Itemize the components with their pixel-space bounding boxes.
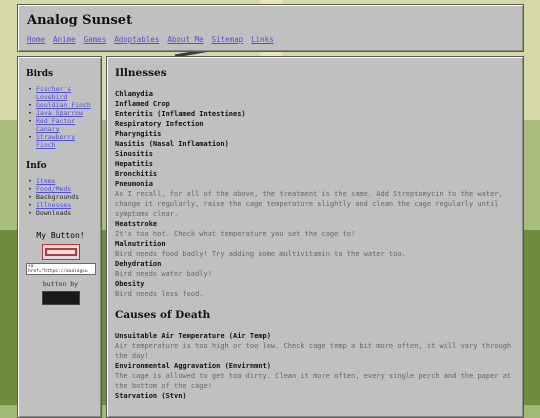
info-heading: Info [26,161,47,171]
death-air-temp-desc: Air temperature is too high or too low. … [115,342,512,360]
bird-link-gouldian-finch[interactable]: Gouldian Finch [36,101,91,109]
my-button-heading: My Button! [36,231,85,240]
list-item: Downloads [26,209,95,217]
info-link-illnesses[interactable]: Illnesses [36,201,71,209]
site-button-banner[interactable] [41,244,80,260]
illness-obesity-desc: Bird needs less food. [115,290,204,298]
death-air-temp-title: Unsuitable Air Temperature (Air Temp) [115,332,271,340]
list-item: Fischer's Lovebird [26,85,95,101]
causes-of-death-heading: Causes of Death [115,309,211,321]
list-item: Java Sparrow [26,109,95,117]
illness-inflamed-crop: Inflamed Crop [115,100,170,108]
illnesses-heading: Illnesses [115,67,167,79]
bird-link-fischers-lovebird[interactable]: Fischer's Lovebird [36,85,71,101]
illness-heatstroke-title: Heatstroke [115,220,158,228]
info-item-backgrounds: Backgrounds [36,193,80,201]
illness-malnutrition-title: Malnutrition [115,240,166,248]
illness-enteritis: Enteritis (Inflamed Intestines) [115,110,246,118]
illness-respiratory-infection: Respiratory Infection [115,120,204,128]
bird-link-java-sparrow[interactable]: Java Sparrow [36,109,83,117]
info-link-food-meds[interactable]: Food/Meds [36,185,71,193]
button-by-label: button by [42,280,79,288]
button-by-image[interactable] [41,291,80,305]
main-content-panel: Illnesses Chlamydia Inflamed Crop Enteri… [106,56,524,418]
list-item: Red Factor Canary [26,117,95,133]
illness-treatment-note: As I recall, for all of the above, the t… [115,190,503,218]
top-nav: Home Anime Games Adoptables About Me Sitemap L… [27,35,282,44]
button-code-textbox[interactable]: <a href="https://analogsu [26,263,96,275]
bird-link-strawberry-finch[interactable]: Strawberry Finch [36,133,75,149]
nav-sitemap-link[interactable]: Sitemap [212,35,244,44]
illness-dehydration-desc: Bird needs water badly! [115,270,212,278]
illness-dehydration-title: Dehydration [115,260,162,268]
illness-pneumonia: Pneumonia [115,180,153,188]
illness-pharyngitis: Pharyngitis [115,130,162,138]
death-environment-title: Environmental Aggravation (Envirnmnt) [115,362,271,370]
illness-obesity-title: Obesity [115,280,145,288]
site-title: Analog Sunset [27,13,133,28]
nav-about-me-link[interactable]: About Me [167,35,203,44]
header-panel: Analog Sunset Home Anime Games Adoptables Ab… [17,4,524,52]
list-item: Food/Meds [26,185,95,193]
death-environment-desc: The cage is allowed to get too dirty. Cl… [115,372,512,390]
info-item-downloads: Downloads [36,209,72,217]
death-starvation-title: Starvation (Stvn) [115,392,187,400]
illness-bronchitis: Bronchitis [115,170,158,178]
list-item: Illnesses [26,201,95,209]
nav-links-link[interactable]: Links [251,35,274,44]
illness-malnutrition-desc: Bird needs food badly! Try adding some m… [115,250,406,258]
sidebar-panel: Birds Fischer's Lovebird Gouldian Finch … [17,56,102,418]
illness-nasitis: Nasitis (Nasal Inflamation) [115,140,229,148]
birds-list: Fischer's Lovebird Gouldian Finch Java S… [26,85,95,149]
info-list: Items Food/Meds Backgrounds Illnesses Do… [26,177,95,217]
list-item: Backgrounds [26,193,95,201]
site-button-image [42,245,79,259]
bird-link-red-factor-canary[interactable]: Red Factor Canary [36,117,75,133]
nav-adoptables-link[interactable]: Adoptables [114,35,159,44]
info-link-items[interactable]: Items [36,177,56,185]
nav-home-link[interactable]: Home [27,35,45,44]
illness-heatstroke-desc: It's too hot. Check what temperature you… [115,230,356,238]
illness-sinusitis: Sinusitis [115,150,153,158]
birds-heading: Birds [26,69,54,79]
illness-hepatitis: Hepatitis [115,160,153,168]
list-item: Items [26,177,95,185]
nav-games-link[interactable]: Games [84,35,107,44]
list-item: Gouldian Finch [26,101,95,109]
nav-anime-link[interactable]: Anime [53,35,76,44]
list-item: Strawberry Finch [26,133,95,149]
illness-chlamydia: Chlamydia [115,90,153,98]
